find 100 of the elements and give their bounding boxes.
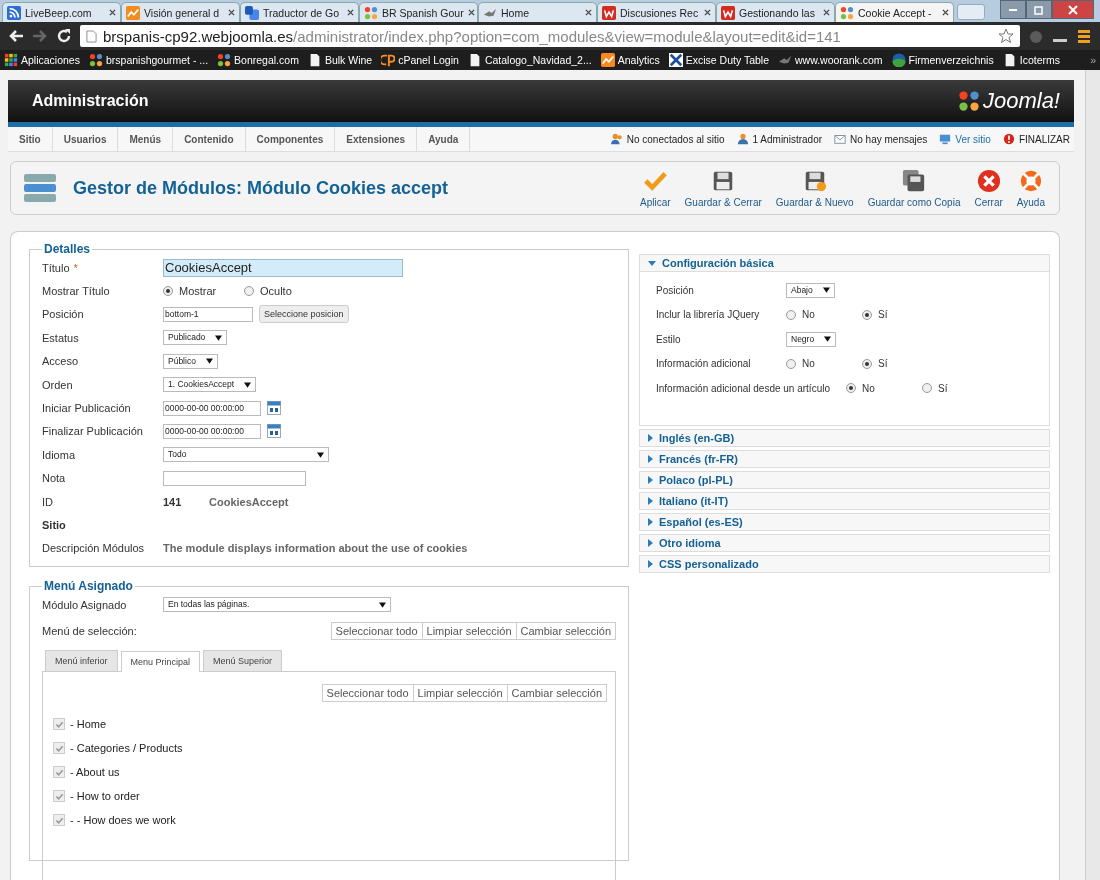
accordion-header[interactable]: Configuración básica [640,255,1049,271]
bookmark[interactable]: Aplicaciones [4,53,80,67]
browser-tab[interactable]: Home [478,2,597,22]
position-field[interactable]: bottom-1 [163,306,253,322]
menu-item[interactable]: Extensiones [335,127,418,151]
module-description: The module displays information about the use of cookies [163,542,468,555]
accordion-header[interactable]: Español (es-ES) [639,512,1050,531]
radio-label: No [802,309,815,321]
menu-item-label: - Categories / Products [70,742,183,755]
field-label: ID [42,495,53,508]
accordion-header[interactable]: CSS personalizado [639,554,1050,573]
radio-label: Sí [878,358,888,370]
dropdown[interactable]: Abajo [786,282,835,298]
field-label: Estilo [656,333,682,345]
dropdown[interactable]: Publicado [163,330,228,346]
bookmark[interactable]: Excise Duty Table [668,53,769,67]
dropdown[interactable]: En todas las páginas. [163,597,391,613]
dropdown[interactable]: Público [163,353,218,369]
menu-item[interactable]: Ayuda [417,127,471,151]
id-value: 141 [163,495,183,508]
accordion-header[interactable]: Polaco (pl-PL) [639,470,1050,489]
field-label: Orden [42,378,73,391]
browser-tab[interactable]: Discusiones Rec [597,2,716,22]
radio-label: Mostrar [179,285,217,298]
status-text: 1 Administrador [752,133,823,145]
radio-label: Sí [938,382,948,394]
section-legend: Detalles [42,242,93,256]
radio-label: Sí [878,309,888,321]
radio-label: Oculto [260,285,292,298]
bookmark[interactable]: Bulk Wine [307,53,373,67]
field-label: Posición [656,284,695,296]
accordion-header[interactable]: Otro idioma [639,533,1050,552]
accordion-header[interactable]: Italiano (it-IT) [639,491,1050,510]
menu-item-label: - Home [70,718,107,731]
menu-tab[interactable]: Menú Superior [203,650,283,672]
selection-button[interactable]: Seleccionar todo [330,622,423,641]
field-label: Sitio [42,519,66,531]
required-mark: * [73,261,78,274]
more-bookmarks-button[interactable]: » [1090,54,1096,66]
date-field[interactable]: 0000-00-00 00:00:00 [163,400,261,416]
toolbar-button[interactable]: Guardar & Nuevo [769,168,860,208]
field-label: Información adicional [656,358,752,370]
bookmark[interactable]: www.woorank.com [778,53,883,67]
section-legend: Menú Asignado [42,579,135,594]
selection-button[interactable]: Limpiar selección [412,684,508,703]
field-label: Menú de selección: [42,625,137,638]
menu-tab[interactable]: Menu Principal [120,651,201,673]
select-position-button[interactable]: Seleccione posicion [259,305,349,324]
browser-tab[interactable]: Gestionando las [716,2,835,22]
field-label: Inclur la librería JQuery [656,309,761,321]
selection-button[interactable]: Seleccionar todo [321,684,414,703]
status-text: No hay mensajes [850,133,928,145]
date-field[interactable]: 0000-00-00 00:00:00 [163,423,261,439]
bookmark[interactable]: cPanel Login [381,53,459,67]
toolbar-button[interactable]: Ayuda [1010,168,1051,208]
selection-button[interactable]: Cambiar selección [515,622,616,641]
admin-title: Administración [32,92,149,110]
field-label: Finalizar Publicación [42,425,143,438]
bookmark[interactable]: brspanishgourmet - ... [88,53,209,67]
bookmark[interactable]: Bonregal.com [217,53,299,67]
browser-tab[interactable]: LiveBeep.com [2,2,121,22]
menu-tab[interactable]: Menú inferior [45,650,118,672]
toolbar-button[interactable]: Aplicar [634,168,677,208]
menu-item[interactable]: Componentes [245,127,336,151]
dropdown[interactable]: Todo [163,447,329,463]
dropdown[interactable]: 1. CookiesAccept [163,377,257,393]
accordion-header[interactable]: Francés (fr-FR) [639,449,1050,468]
toolbar-button[interactable]: Guardar & Cerrar [678,168,768,208]
field-label: Estatus [42,331,79,344]
menu-item[interactable]: Menús [118,127,174,151]
status-text: No conectados al sitio [626,133,725,145]
browser-tab[interactable]: Cookie Accept - [835,2,954,22]
logout-link[interactable]: FINALIZAR [1018,133,1070,145]
radio-label: No [862,382,875,394]
address-bar[interactable]: brspanis-cp92.webjoomla.es/administrator/index.php?option=com_modules&view=module&layout=edit&id=141 [80,25,1020,47]
accordion-header[interactable]: Inglés (en-GB) [639,428,1050,447]
dropdown[interactable]: Negro [786,331,837,347]
menu-item-label: - How to order [70,790,140,803]
menu-item-label: - - How does we work [70,814,176,827]
view-site-link[interactable]: Ver sitio [955,133,991,145]
selection-button[interactable]: Limpiar selección [421,622,517,641]
radio-label: No [802,358,815,370]
bookmark[interactable]: Analytics [600,53,660,67]
menu-item[interactable]: Sitio [8,127,53,151]
field-label: Nota [42,472,66,485]
field-label: Posición [42,308,84,321]
title-field[interactable]: CookiesAccept [163,258,403,277]
browser-tab[interactable]: Traductor de Go [240,2,359,22]
toolbar-button[interactable]: Cerrar [968,168,1009,208]
bookmark[interactable]: Firmenverzeichnis [891,53,994,67]
bookmark[interactable]: Icoterms [1002,53,1060,67]
bookmark[interactable]: Catalogo_Navidad_2... [467,53,592,67]
toolbar-button[interactable]: Guardar como Copia [861,168,967,208]
menu-item[interactable]: Usuarios [52,127,119,151]
selection-button[interactable]: Cambiar selección [506,684,607,703]
field-label: Mostrar Título [42,285,110,298]
browser-tab[interactable]: BR Spanish Gour [359,2,478,22]
field-label: Módulo Asignado [42,598,127,611]
menu-item[interactable]: Contenido [173,127,246,151]
browser-tab[interactable]: Visión general d [121,2,240,22]
